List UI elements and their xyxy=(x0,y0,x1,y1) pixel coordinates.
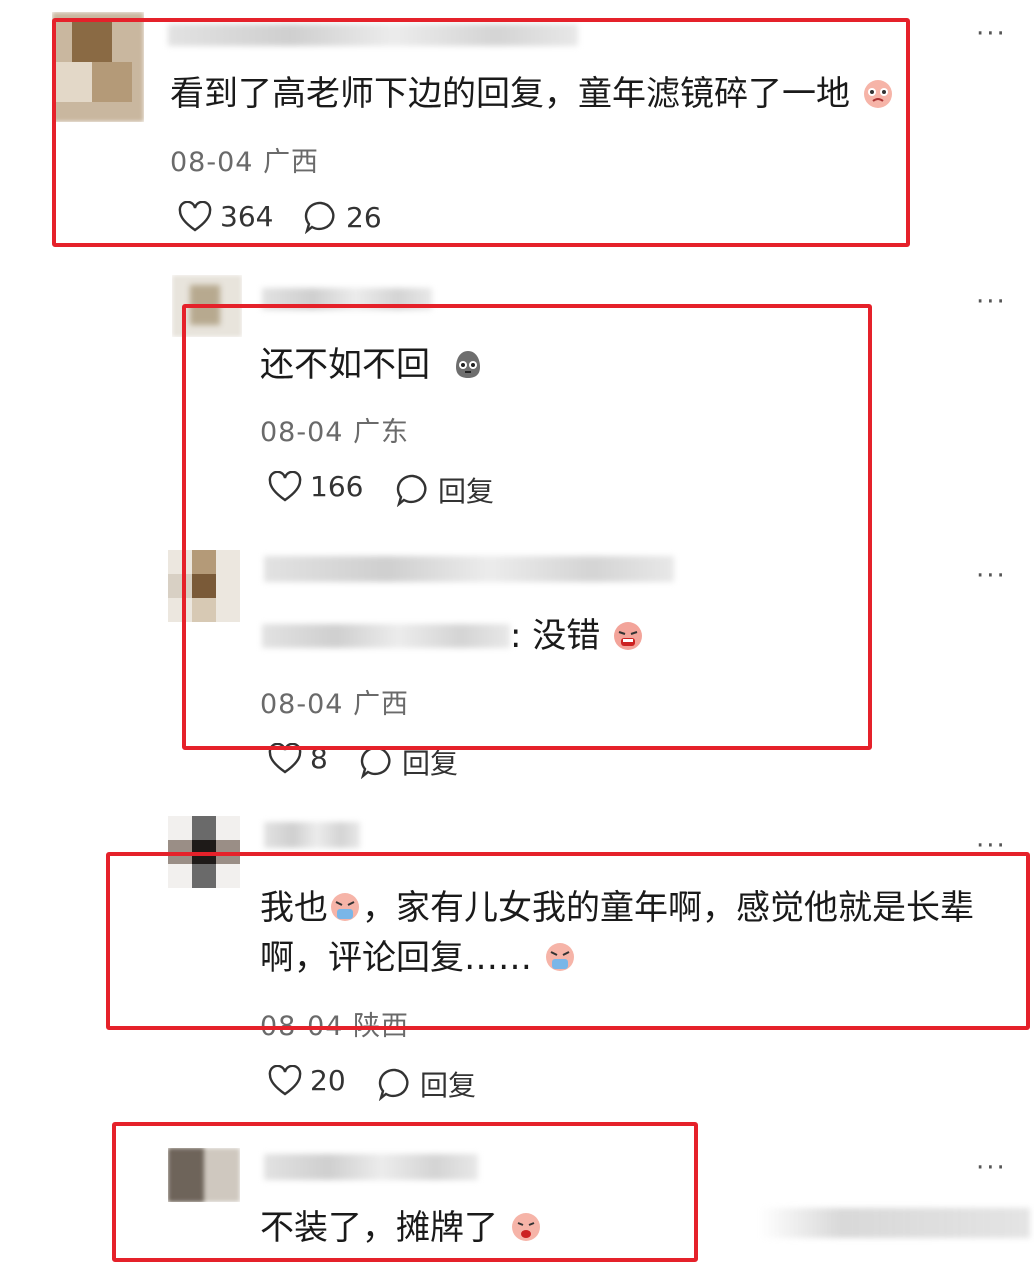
comment-text: 我也 ，家有儿女我的童年啊，感觉他就是长辈 xyxy=(260,888,974,928)
comment-text-content: 还不如不回 xyxy=(260,345,430,385)
comment-text-content: 看到了高老师下边的回复，童年滤镜碎了一地 xyxy=(170,74,850,114)
avatar[interactable] xyxy=(168,1148,240,1202)
comment-text-content: 我也 xyxy=(260,888,328,928)
reply-button[interactable]: 回复 xyxy=(360,742,458,782)
more-icon[interactable]: ··· xyxy=(976,833,1007,859)
like-button[interactable]: 8 xyxy=(268,742,328,775)
comment-meta: 08-04 广西 xyxy=(170,140,319,179)
comment-text: 看到了高老师下边的回复，童年滤镜碎了一地 xyxy=(170,74,895,114)
avatar[interactable] xyxy=(168,550,240,622)
mention-redacted[interactable] xyxy=(262,624,510,648)
reply-label: 回复 xyxy=(438,475,495,508)
reply-button[interactable]: 回复 xyxy=(378,1064,476,1104)
comment-meta: 08-04 广西 xyxy=(260,682,409,721)
reply-label: 回复 xyxy=(402,747,459,780)
heart-icon xyxy=(178,200,212,231)
like-count: 20 xyxy=(310,1064,346,1097)
comment-region: 广东 xyxy=(353,417,410,448)
avatar[interactable] xyxy=(168,816,240,888)
like-count: 364 xyxy=(220,200,274,233)
like-button[interactable]: 20 xyxy=(268,1064,346,1097)
more-icon[interactable]: ··· xyxy=(976,289,1007,315)
like-button[interactable]: 364 xyxy=(178,200,273,233)
username-redacted[interactable] xyxy=(262,288,432,310)
comment-bubble-icon xyxy=(396,474,427,507)
comment-meta: 08-04 广东 xyxy=(260,410,409,449)
comment-region: 广西 xyxy=(263,147,320,178)
watermark xyxy=(760,1208,1030,1238)
comment-text-line2: 啊，评论回复…… xyxy=(260,938,577,978)
comment-text: 不装了，摊牌了 xyxy=(260,1208,543,1248)
like-count: 166 xyxy=(310,470,364,503)
comment-text-content-3: 啊，评论回复…… xyxy=(260,938,532,978)
comment-date: 08-04 xyxy=(260,1011,344,1042)
replies-button[interactable]: 26 xyxy=(304,200,382,234)
username-redacted[interactable] xyxy=(264,1154,478,1180)
avatar[interactable] xyxy=(172,275,242,337)
more-icon[interactable]: ··· xyxy=(976,563,1007,589)
more-icon[interactable]: ··· xyxy=(976,1155,1007,1181)
username-redacted[interactable] xyxy=(264,822,360,848)
heart-icon xyxy=(268,742,302,773)
comment-text-content: 不装了，摊牌了 xyxy=(260,1208,498,1248)
comment-meta: 08-04 陕西 xyxy=(260,1004,409,1043)
emoji-icon xyxy=(331,893,359,921)
emoji-icon xyxy=(511,1213,540,1241)
comment-text-content-2: ，家有儿女我的童年啊，感觉他就是长辈 xyxy=(362,888,974,928)
comment-bubble-icon xyxy=(378,1068,409,1101)
comment-date: 08-04 xyxy=(260,689,344,720)
heart-icon xyxy=(268,470,302,501)
emoji-icon xyxy=(455,351,480,378)
comment-date: 08-04 xyxy=(260,417,344,448)
comment-text-content: : 没错 xyxy=(510,616,601,656)
like-button[interactable]: 166 xyxy=(268,470,363,503)
emoji-icon xyxy=(863,80,892,108)
avatar[interactable] xyxy=(52,12,144,122)
comment-date: 08-04 xyxy=(170,147,254,178)
more-icon[interactable]: ··· xyxy=(976,21,1007,47)
like-count: 8 xyxy=(310,742,328,775)
comment-bubble-icon xyxy=(304,201,335,234)
comment-region: 陕西 xyxy=(353,1011,410,1042)
emoji-icon xyxy=(614,622,643,650)
comment-text: : 没错 xyxy=(510,616,645,656)
heart-icon xyxy=(268,1064,302,1095)
reply-label: 回复 xyxy=(420,1069,477,1102)
reply-count: 26 xyxy=(346,200,382,234)
username-redacted[interactable] xyxy=(264,556,674,582)
reply-button[interactable]: 回复 xyxy=(396,470,494,510)
comment-text: 还不如不回 xyxy=(260,345,485,385)
comment-bubble-icon xyxy=(360,746,391,779)
username-redacted[interactable] xyxy=(168,24,578,46)
emoji-icon xyxy=(545,943,574,971)
comment-region: 广西 xyxy=(353,689,410,720)
